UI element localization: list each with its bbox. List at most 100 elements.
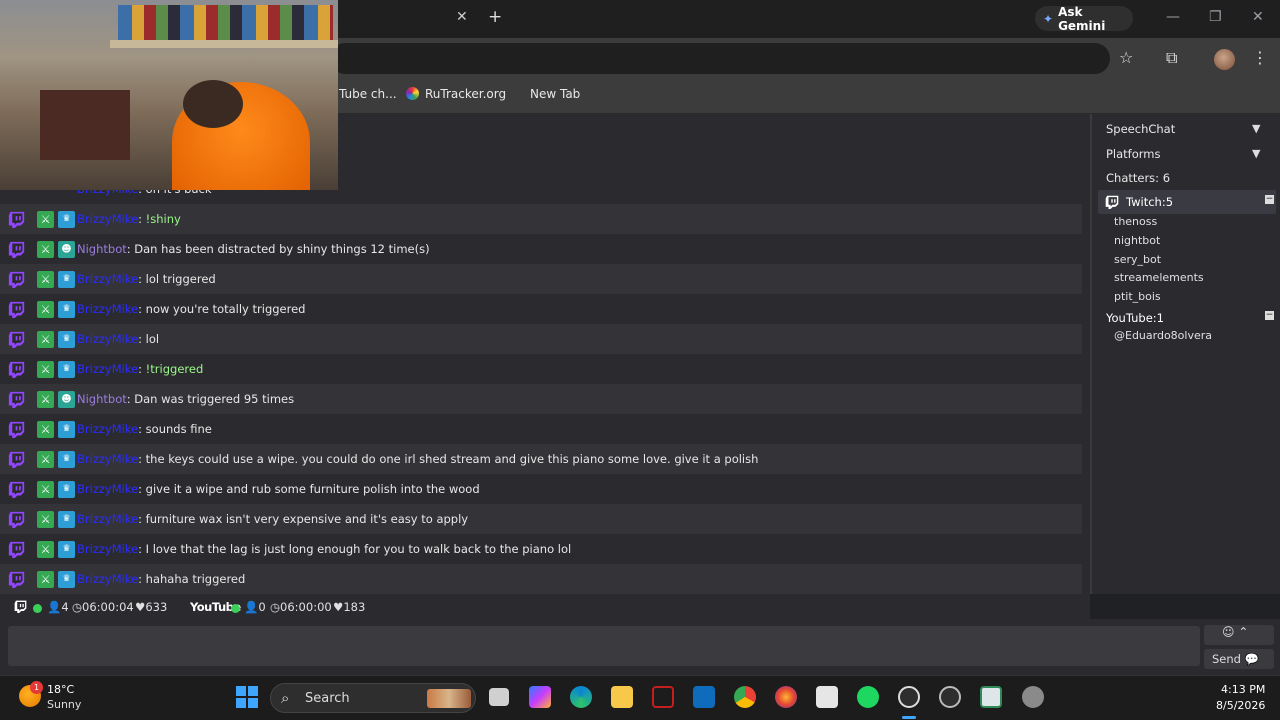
chat-username[interactable]: BrizzyMike [77,302,138,316]
chat-username[interactable]: BrizzyMike [77,362,138,376]
chat-row: ⚔ ♛ BrizzyMike: !shiny [0,204,1082,234]
chatters-count: Chatters: 6 [1106,171,1171,185]
chatter-item[interactable]: thenoss [1114,215,1157,228]
ask-gemini-button[interactable]: ✦ Ask Gemini [1035,5,1133,33]
profile-avatar[interactable] [1214,49,1235,70]
omnibox[interactable] [330,43,1110,74]
outlook-icon[interactable] [693,686,715,708]
chat-username[interactable]: BrizzyMike [77,272,138,286]
firefox-icon[interactable] [775,686,797,708]
close-tab-icon[interactable]: ✕ [456,9,468,25]
subscriber-badge-icon: ♛ [58,330,75,348]
chatter-item[interactable]: @Eduardo8olvera [1114,329,1212,342]
moderator-badge-icon: ⚔ [37,450,54,468]
taskbar-time[interactable]: 4:13 PM [1221,683,1265,696]
subscriber-badge-icon: ♛ [58,210,75,228]
chatter-item[interactable]: streamelements [1114,271,1204,284]
chat-message-text: the keys could use a wipe. you could do … [145,452,759,466]
subscriber-badge-icon: ♛ [58,300,75,318]
twitch-icon [8,301,28,318]
extensions-icon[interactable]: ⧉ [1166,48,1177,68]
chevron-down-icon[interactable]: ▼ [1252,122,1260,135]
youtube-uptime: ◷06:00:00 [270,600,332,614]
platforms-header[interactable]: Platforms [1106,147,1161,161]
twitch-icon [8,211,28,228]
spotify-icon[interactable] [857,686,879,708]
task-view-icon[interactable] [489,688,509,706]
moderator-badge-icon: ⚔ [37,540,54,558]
chat-username[interactable]: BrizzyMike [77,482,138,496]
chat-row: ⚔ ☻ Nightbot: Dan was triggered 95 times [0,384,1082,414]
moderator-badge-icon: ⚔ [37,300,54,318]
taskbar-date[interactable]: 8/5/2026 [1216,699,1265,712]
chatter-item[interactable]: ptit_bois [1114,290,1161,303]
moderator-badge-icon: ⚔ [37,330,54,348]
twitch-uptime: ◷06:00:04 [72,600,134,614]
copilot-icon[interactable] [529,686,551,708]
settings-gear-icon[interactable] [1022,686,1044,708]
bookmark-youtube[interactable]: Tube ch... [339,87,397,101]
twitch-likes: ♥633 [135,600,168,614]
restore-icon[interactable]: ❐ [1209,9,1222,25]
chat-row: ⚔ ♛ BrizzyMike: the keys could use a wipe.… [0,444,1082,474]
chat-message: BrizzyMike: !shiny [77,212,181,226]
file-explorer-icon[interactable] [611,686,633,708]
youtube-group-label: YouTube:1 [1106,311,1164,325]
obs-icon[interactable] [898,686,920,708]
twitch-icon [8,241,28,258]
bookmark-star-icon[interactable]: ☆ [1119,48,1133,67]
subscriber-badge-icon: ♛ [58,570,75,588]
bookmark-rutracker[interactable]: RuTracker.org [406,87,506,101]
twitch-icon [8,391,28,408]
message-input[interactable] [8,626,1200,666]
chatter-item[interactable]: nightbot [1114,234,1160,247]
twitch-viewer-count: 👤4 [47,600,69,614]
twitch-chatters-group[interactable]: Twitch:5 − [1098,190,1276,214]
weather-temperature[interactable]: 18°C [47,683,74,696]
menu-dots-icon[interactable]: ⋮ [1252,48,1268,67]
close-window-icon[interactable]: ✕ [1252,9,1264,25]
app-red-icon[interactable] [652,686,674,708]
chat-message-text: sounds fine [145,422,212,436]
moderator-badge-icon: ⚔ [37,240,54,258]
windows-taskbar: 1 18°C Sunny ⌕ Search 4:13 PM 8/5/2026 [0,675,1280,720]
youtube-chatters-group[interactable]: YouTube:1 − [1098,306,1276,330]
twitch-icon [8,271,28,288]
chat-username[interactable]: BrizzyMike [77,212,138,226]
speechchat-header[interactable]: SpeechChat [1106,122,1175,136]
chrome-icon[interactable] [734,686,756,708]
chat-username[interactable]: BrizzyMike [77,452,138,466]
chat-message: BrizzyMike: I love that the lag is just … [77,542,572,556]
app-circle-icon[interactable] [939,686,961,708]
moderator-badge-icon: ⚔ [37,360,54,378]
chatter-item[interactable]: sery_bot [1114,253,1161,266]
emoji-button[interactable]: ☺ ⌃ [1204,625,1274,645]
chat-message: Nightbot: Dan has been distracted by shi… [77,242,430,256]
store-icon[interactable] [816,686,838,708]
chat-message-text: now you're totally triggered [145,302,306,316]
windows-start-icon[interactable] [236,686,258,708]
chat-username[interactable]: BrizzyMike [77,542,138,556]
bookmark-new-tab[interactable]: New Tab [530,87,580,101]
chat-message-text: hahaha triggered [145,572,246,586]
taskbar-search[interactable]: ⌕ Search [270,683,476,713]
chat-message-text: give it a wipe and rub some furniture po… [145,482,480,496]
chat-username[interactable]: BrizzyMike [77,422,138,436]
collapse-icon[interactable]: − [1265,195,1274,204]
minimize-icon[interactable]: — [1166,9,1180,25]
chat-username[interactable]: Nightbot [77,242,127,256]
chevron-down-icon[interactable]: ▼ [1252,147,1260,160]
chat-username[interactable]: BrizzyMike [77,332,138,346]
moderator-badge-icon: ⚔ [37,510,54,528]
weather-condition[interactable]: Sunny [47,698,81,711]
chat-username[interactable]: BrizzyMike [77,512,138,526]
chat-row: ⚔ ♛ BrizzyMike: !triggered [0,354,1082,384]
chat-username[interactable]: Nightbot [77,392,127,406]
chat-row: ⚔ ♛ BrizzyMike: furniture wax isn't very e… [0,504,1082,534]
send-button[interactable]: Send 💬 [1204,649,1274,669]
app-window-icon[interactable] [980,686,1002,708]
collapse-icon[interactable]: − [1265,311,1274,320]
chat-username[interactable]: BrizzyMike [77,572,138,586]
edge-icon[interactable] [570,686,592,708]
new-tab-button[interactable]: + [488,7,502,27]
